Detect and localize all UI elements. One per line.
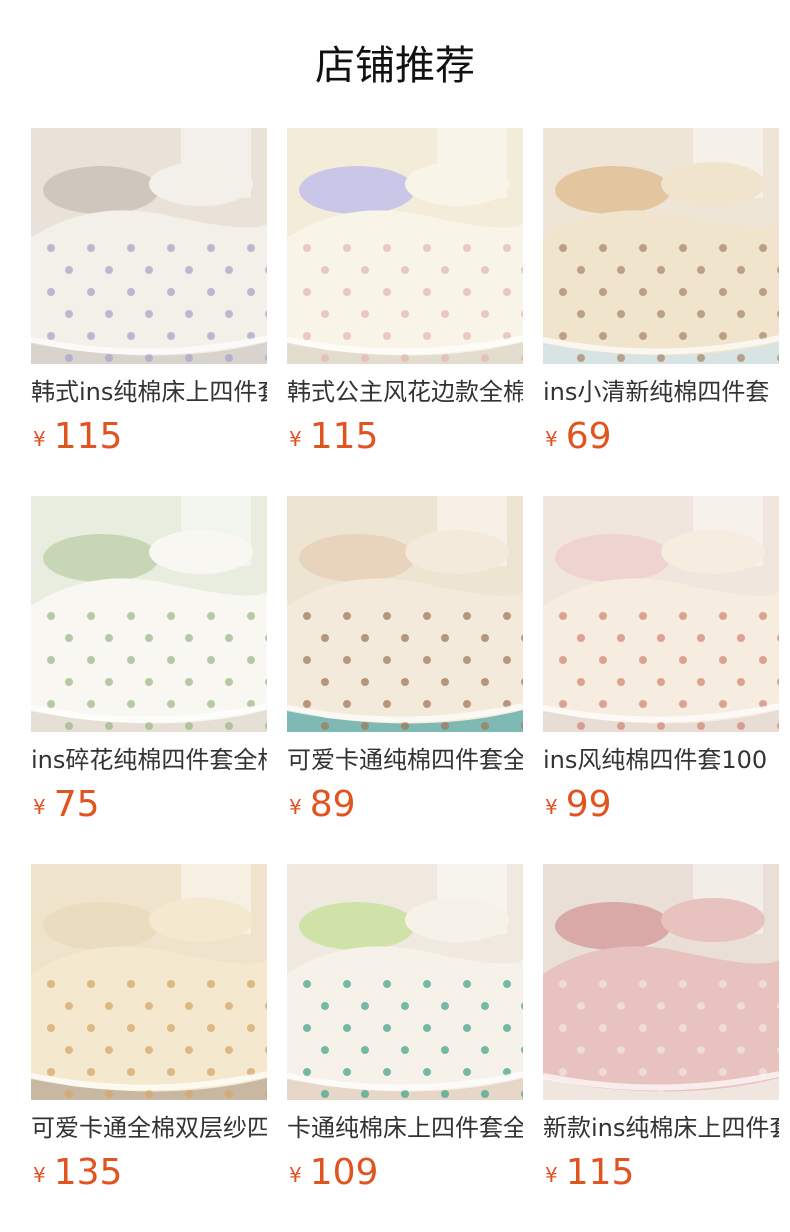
product-price: ¥115: [289, 416, 378, 458]
currency-symbol: ¥: [545, 427, 558, 451]
price-value: 75: [53, 784, 100, 825]
currency-symbol: ¥: [33, 427, 46, 451]
product-image[interactable]: [543, 864, 779, 1100]
currency-symbol: ¥: [33, 795, 46, 819]
price-value: 99: [565, 784, 612, 825]
product-card[interactable]: ins碎花纯棉四件套全棉 ¥75: [31, 496, 267, 825]
product-image[interactable]: [31, 496, 267, 732]
price-value: 115: [309, 416, 379, 457]
product-name[interactable]: 新款ins纯棉床上四件套: [543, 1112, 779, 1144]
currency-symbol: ¥: [289, 795, 302, 819]
product-name[interactable]: ins风纯棉四件套100: [543, 744, 779, 776]
product-price: ¥69: [545, 416, 612, 458]
product-price: ¥115: [545, 1152, 634, 1194]
product-card[interactable]: ins小清新纯棉四件套 ¥69: [543, 128, 779, 457]
product-image[interactable]: [287, 496, 523, 732]
price-value: 109: [309, 1152, 379, 1193]
product-grid: 韩式ins纯棉床上四件套 ¥115 韩式公主风花边款全棉四件套 ¥115 ins…: [31, 128, 779, 1193]
product-image[interactable]: [543, 496, 779, 732]
product-name[interactable]: 韩式ins纯棉床上四件套: [31, 376, 267, 408]
product-name[interactable]: 可爱卡通全棉双层纱四件套: [31, 1112, 267, 1144]
product-price: ¥99: [545, 784, 612, 826]
product-image[interactable]: [287, 864, 523, 1100]
product-card[interactable]: 新款ins纯棉床上四件套 ¥115: [543, 864, 779, 1193]
product-name[interactable]: 卡通纯棉床上四件套全棉: [287, 1112, 523, 1144]
price-value: 115: [565, 1152, 635, 1193]
product-price: ¥135: [33, 1152, 122, 1194]
product-name[interactable]: 可爱卡通纯棉四件套全棉: [287, 744, 523, 776]
product-card[interactable]: ins风纯棉四件套100 ¥99: [543, 496, 779, 825]
currency-symbol: ¥: [545, 795, 558, 819]
product-card[interactable]: 可爱卡通全棉双层纱四件套 ¥135: [31, 864, 267, 1193]
product-name[interactable]: ins碎花纯棉四件套全棉: [31, 744, 267, 776]
currency-symbol: ¥: [33, 1163, 46, 1187]
product-card[interactable]: 韩式公主风花边款全棉四件套 ¥115: [287, 128, 523, 457]
product-image[interactable]: [31, 864, 267, 1100]
currency-symbol: ¥: [545, 1163, 558, 1187]
product-price: ¥89: [289, 784, 356, 826]
product-card[interactable]: 可爱卡通纯棉四件套全棉 ¥89: [287, 496, 523, 825]
product-price: ¥109: [289, 1152, 378, 1194]
product-card[interactable]: 韩式ins纯棉床上四件套 ¥115: [31, 128, 267, 457]
shop-recommend-page: 店铺推荐 韩式ins纯棉床上四件套 ¥115 韩式公主风花边款全棉四件套 ¥11…: [0, 0, 790, 1232]
product-name[interactable]: ins小清新纯棉四件套: [543, 376, 779, 408]
price-value: 135: [53, 1152, 123, 1193]
product-image[interactable]: [31, 128, 267, 364]
section-title: 店铺推荐: [315, 43, 475, 89]
product-image[interactable]: [287, 128, 523, 364]
product-name[interactable]: 韩式公主风花边款全棉四件套: [287, 376, 523, 408]
product-image[interactable]: [543, 128, 779, 364]
price-value: 69: [565, 416, 612, 457]
product-price: ¥75: [33, 784, 100, 826]
currency-symbol: ¥: [289, 427, 302, 451]
currency-symbol: ¥: [289, 1163, 302, 1187]
price-value: 115: [53, 416, 123, 457]
product-price: ¥115: [33, 416, 122, 458]
price-value: 89: [309, 784, 356, 825]
product-card[interactable]: 卡通纯棉床上四件套全棉 ¥109: [287, 864, 523, 1193]
